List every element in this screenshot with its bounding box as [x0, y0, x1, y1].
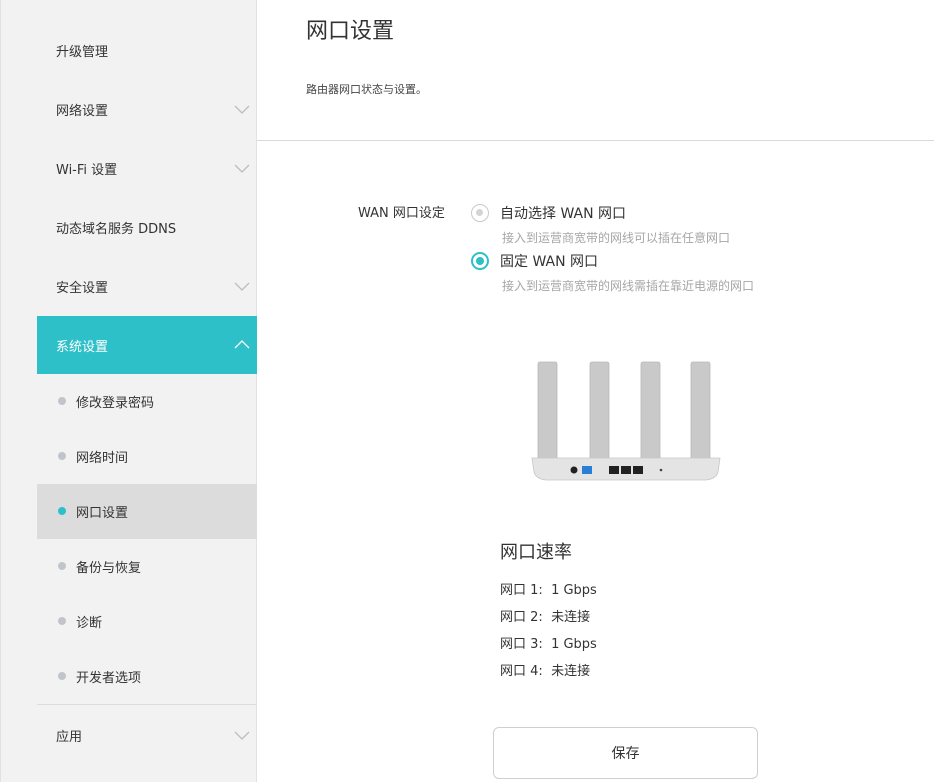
bullet-dot-icon	[58, 672, 66, 680]
sidebar-subitem-developer-options[interactable]: 开发者选项	[37, 649, 257, 704]
sidebar-subitem-backup-restore[interactable]: 备份与恢复	[37, 539, 257, 594]
sidebar-subitem-label: 网络时间	[76, 451, 129, 466]
port-speed-row: 网口 1: 1 Gbps	[500, 579, 597, 598]
port-value: 1 Gbps	[551, 583, 597, 598]
sidebar-item-wifi[interactable]: Wi-Fi 设置	[37, 139, 257, 197]
sidebar-subitem-label: 开发者选项	[76, 671, 142, 686]
sidebar-subitem-label: 修改登录密码	[76, 396, 155, 411]
bullet-dot-icon	[58, 507, 66, 515]
radio-checked-icon[interactable]	[471, 252, 489, 270]
sidebar-item-security[interactable]: 安全设置	[37, 257, 257, 315]
lan-port	[633, 466, 643, 474]
router-illustration	[531, 361, 721, 481]
sidebar-item-upgrade[interactable]: 升级管理	[37, 21, 257, 79]
port-speed-row: 网口 4: 未连接	[500, 660, 590, 679]
chevron-down-icon	[234, 164, 250, 173]
wan-setting-label: WAN 网口设定	[358, 206, 445, 221]
sidebar-subitem-diagnostics[interactable]: 诊断	[37, 594, 257, 649]
bullet-dot-icon	[58, 617, 66, 625]
sidebar: 升级管理 网络设置 Wi-Fi 设置 动态域名服务 DDNS 安全设置 系统设置…	[0, 0, 257, 782]
page-description: 路由器网口状态与设置。	[306, 83, 427, 96]
sidebar-item-label: 动态域名服务 DDNS	[56, 221, 177, 237]
sidebar-subitem-network-time[interactable]: 网络时间	[37, 429, 257, 484]
wan-port	[582, 466, 592, 474]
power-port	[570, 466, 578, 474]
sidebar-item-label: Wi-Fi 设置	[56, 162, 118, 178]
radio-unchecked-icon[interactable]	[471, 204, 489, 222]
port-name: 网口 2:	[500, 610, 543, 625]
radio-hint: 接入到运营商宽带的网线需插在靠近电源的网口	[502, 279, 755, 293]
chevron-up-icon	[234, 340, 250, 349]
port-speed-title: 网口速率	[500, 542, 572, 563]
radio-fixed-wan[interactable]: 固定 WAN 网口	[471, 251, 598, 271]
chevron-down-icon	[234, 282, 250, 291]
sidebar-item-apps[interactable]: 应用	[37, 706, 257, 764]
sidebar-item-label: 应用	[56, 729, 83, 745]
radio-hint: 接入到运营商宽带的网线可以插在任意网口	[502, 231, 731, 245]
sidebar-subitem-port-settings[interactable]: 网口设置	[37, 484, 257, 539]
sidebar-item-network[interactable]: 网络设置	[37, 80, 257, 138]
bullet-dot-icon	[58, 562, 66, 570]
antenna-shape	[640, 361, 661, 471]
sidebar-subitem-label: 诊断	[76, 616, 103, 631]
lan-port	[621, 466, 631, 474]
port-name: 网口 1:	[500, 583, 543, 598]
save-button[interactable]: 保存	[493, 727, 758, 779]
antenna-shape	[589, 361, 610, 471]
sidebar-item-label: 网络设置	[56, 103, 109, 119]
chevron-down-icon	[234, 105, 250, 114]
port-value: 未连接	[551, 664, 591, 679]
chevron-down-icon	[234, 731, 250, 740]
header-divider	[257, 140, 934, 141]
radio-auto-wan[interactable]: 自动选择 WAN 网口	[471, 203, 626, 223]
port-speed-row: 网口 2: 未连接	[500, 606, 590, 625]
sidebar-subitem-change-password[interactable]: 修改登录密码	[37, 374, 257, 429]
radio-label: 固定 WAN 网口	[500, 254, 599, 270]
radio-label: 自动选择 WAN 网口	[500, 206, 627, 222]
sidebar-item-ddns[interactable]: 动态域名服务 DDNS	[37, 198, 257, 256]
lan-port	[609, 466, 619, 474]
bullet-dot-icon	[58, 397, 66, 405]
sidebar-item-label: 安全设置	[56, 280, 109, 296]
port-value: 未连接	[551, 610, 591, 625]
antenna-shape	[690, 361, 711, 471]
antenna-shape	[537, 361, 558, 471]
sidebar-divider	[37, 704, 257, 705]
port-value: 1 Gbps	[551, 637, 597, 652]
sidebar-item-system[interactable]: 系统设置	[37, 316, 257, 374]
page-title: 网口设置	[306, 19, 395, 44]
port-name: 网口 4:	[500, 664, 543, 679]
sidebar-subitem-label: 备份与恢复	[76, 561, 142, 576]
sidebar-item-label: 系统设置	[56, 339, 109, 355]
reset-hole	[659, 468, 663, 472]
port-name: 网口 3:	[500, 637, 543, 652]
port-speed-row: 网口 3: 1 Gbps	[500, 633, 597, 652]
sidebar-item-label: 升级管理	[56, 44, 109, 60]
sidebar-subitem-label: 网口设置	[76, 506, 129, 521]
bullet-dot-icon	[58, 452, 66, 460]
